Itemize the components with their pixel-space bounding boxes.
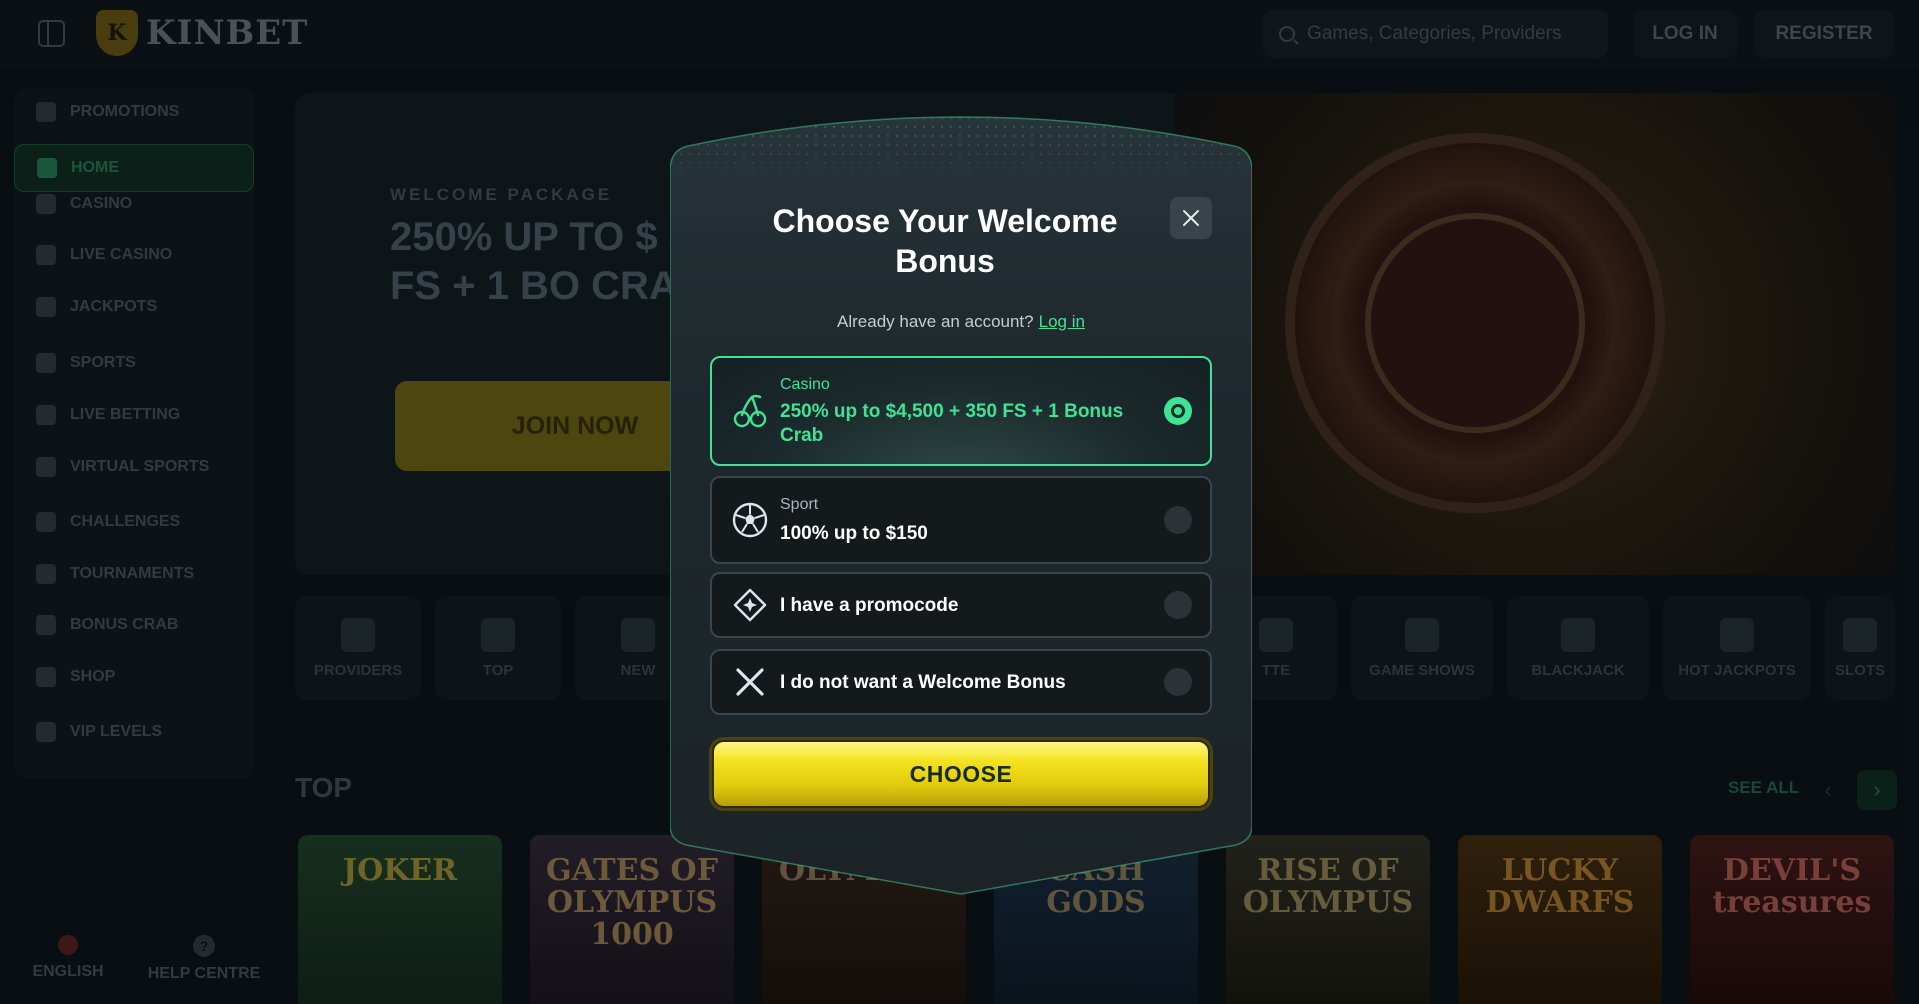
close-icon <box>1183 210 1199 226</box>
promo-ticket-icon <box>732 587 768 623</box>
bonus-option-no-bonus[interactable]: I do not want a Welcome Bonus <box>710 649 1212 715</box>
option-title: I do not want a Welcome Bonus <box>780 672 1066 693</box>
welcome-bonus-modal: Choose Your Welcome Bonus Already have a… <box>670 116 1252 896</box>
radio-unselected[interactable] <box>1164 506 1192 534</box>
option-title: I have a promocode <box>780 595 959 616</box>
soccer-ball-icon <box>732 502 768 538</box>
option-category: Casino <box>780 376 830 393</box>
cherries-icon <box>732 393 768 429</box>
option-title: 100% up to $150 <box>780 523 928 544</box>
radio-unselected[interactable] <box>1164 591 1192 619</box>
modal-title: Choose Your Welcome Bonus <box>772 203 1118 279</box>
option-category: Sport <box>780 496 819 513</box>
choose-button[interactable]: CHOOSE <box>712 740 1210 808</box>
bonus-option-casino[interactable]: Casino 250% up to $4,500 + 350 FS + 1 Bo… <box>710 356 1212 466</box>
bonus-option-promocode[interactable]: I have a promocode <box>710 572 1212 638</box>
radio-selected[interactable] <box>1164 397 1192 425</box>
cross-icon <box>732 664 768 700</box>
bonus-option-sport[interactable]: Sport 100% up to $150 <box>710 476 1212 564</box>
account-prompt-text: Already have an account? <box>837 312 1034 331</box>
radio-unselected[interactable] <box>1164 668 1192 696</box>
close-button[interactable] <box>1170 197 1212 239</box>
login-link[interactable]: Log in <box>1039 312 1085 331</box>
account-prompt: Already have an account? Log in <box>670 312 1252 332</box>
option-title: 250% up to $4,500 + 350 FS + 1 Bonus Cra… <box>780 401 1124 446</box>
